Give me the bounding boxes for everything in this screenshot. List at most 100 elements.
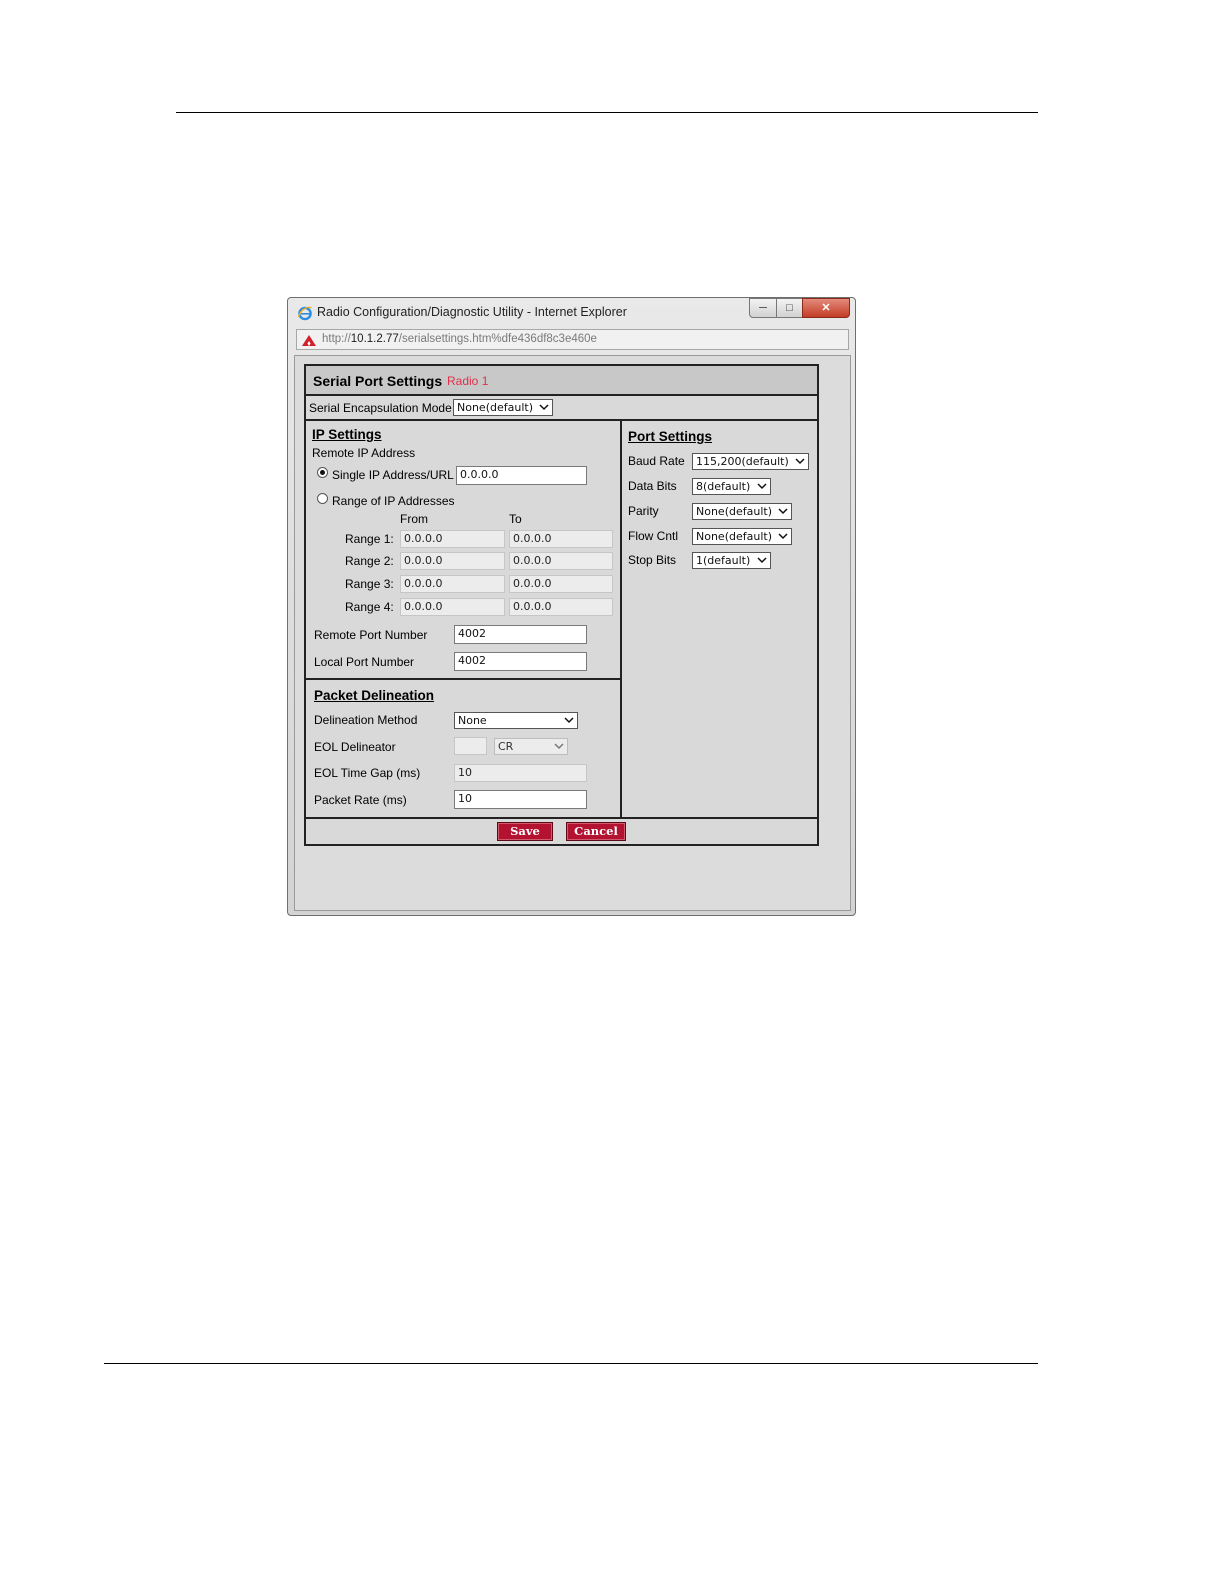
range-3-to-input[interactable]: 0.0.0.0 [509, 575, 613, 593]
parity-label: Parity [628, 504, 659, 518]
single-ip-label: Single IP Address/URL [332, 468, 454, 482]
remote-port-label: Remote Port Number [314, 628, 428, 642]
parity-select[interactable]: None(default) [692, 503, 792, 520]
port-settings-heading: Port Settings [628, 429, 713, 444]
range-4-to-value: 0.0.0.0 [513, 600, 552, 613]
panel-header: Serial Port Settings Radio 1 [306, 366, 817, 396]
local-port-input[interactable]: 4002 [454, 652, 587, 671]
stop-bits-label: Stop Bits [628, 553, 677, 567]
url-path: /serialsettings.htm%dfe436df8c3e460e [398, 333, 597, 345]
packet-rate-label: Packet Rate (ms) [314, 793, 407, 807]
chevron-down-icon [778, 508, 788, 515]
minimize-button[interactable]: ─ [749, 298, 777, 318]
browser-window: Radio Configuration/Diagnostic Utility -… [287, 297, 856, 916]
range-2-to-input[interactable]: 0.0.0.0 [509, 552, 613, 570]
range-3-label: Range 3: [345, 577, 394, 591]
url-host: 10.1.2.77 [350, 333, 399, 345]
save-button[interactable]: Save [497, 822, 553, 841]
delineation-method-select[interactable]: None [454, 712, 578, 729]
flow-control-select[interactable]: None(default) [692, 528, 792, 545]
encapsulation-select[interactable]: None(default) [453, 399, 553, 416]
baud-rate-value: 115,200(default) [696, 455, 789, 468]
eol-delineator-label: EOL Delineator [314, 740, 396, 754]
range-2-to-value: 0.0.0.0 [513, 554, 552, 567]
page-top-rule [176, 112, 1038, 113]
page-bottom-rule [104, 1363, 1038, 1364]
baud-rate-select[interactable]: 115,200(default) [692, 453, 809, 470]
eol-time-gap-input[interactable]: 10 [454, 764, 587, 782]
baud-rate-label: Baud Rate [628, 454, 685, 468]
range-4-from-input[interactable]: 0.0.0.0 [400, 598, 505, 616]
cancel-button[interactable]: Cancel [566, 822, 626, 841]
address-bar[interactable]: http://10.1.2.77/serialsettings.htm%dfe4… [296, 329, 849, 350]
chevron-down-icon [795, 458, 805, 465]
range-ip-radio[interactable] [317, 493, 328, 504]
eol-delineator-select[interactable]: CR [494, 738, 568, 755]
close-icon: ✕ [821, 302, 831, 314]
single-ip-radio[interactable] [317, 467, 328, 478]
minimize-icon: ─ [759, 302, 767, 314]
delineation-method-label: Delineation Method [314, 713, 418, 727]
data-bits-value: 8(default) [696, 480, 751, 493]
close-button[interactable]: ✕ [802, 298, 850, 318]
range-4-from-value: 0.0.0.0 [404, 600, 443, 613]
range-3-from-input[interactable]: 0.0.0.0 [400, 575, 505, 593]
range-1-to-value: 0.0.0.0 [513, 532, 552, 545]
serial-port-settings-panel: Serial Port Settings Radio 1 Serial Enca… [304, 364, 819, 846]
range-ip-label: Range of IP Addresses [332, 494, 455, 508]
data-bits-select[interactable]: 8(default) [692, 478, 771, 495]
range-2-from-input[interactable]: 0.0.0.0 [400, 552, 505, 570]
range-3-from-value: 0.0.0.0 [404, 577, 443, 590]
title-bar[interactable]: Radio Configuration/Diagnostic Utility -… [288, 298, 855, 326]
range-1-from-input[interactable]: 0.0.0.0 [400, 530, 505, 548]
eol-char-input[interactable] [454, 737, 487, 755]
from-label: From [400, 512, 428, 526]
section-divider [306, 678, 621, 680]
remote-port-input[interactable]: 4002 [454, 625, 587, 644]
parity-value: None(default) [696, 505, 772, 518]
ip-settings-heading: IP Settings [312, 427, 382, 442]
chevron-down-icon [539, 404, 549, 411]
range-3-to-value: 0.0.0.0 [513, 577, 552, 590]
packet-rate-value: 10 [458, 792, 472, 805]
packet-rate-input[interactable]: 10 [454, 790, 587, 809]
range-4-label: Range 4: [345, 600, 394, 614]
maximize-icon: □ [786, 302, 793, 314]
url-prefix: http:// [322, 333, 351, 345]
window-title: Radio Configuration/Diagnostic Utility -… [317, 305, 627, 319]
delineation-method-value: None [458, 714, 487, 727]
stop-bits-value: 1(default) [696, 554, 751, 567]
radio-label: Radio 1 [447, 374, 489, 388]
encapsulation-label: Serial Encapsulation Mode [309, 401, 452, 415]
page-title: Serial Port Settings [313, 373, 443, 389]
encapsulation-row: Serial Encapsulation Mode None(default) [306, 396, 817, 421]
to-label: To [509, 512, 522, 526]
chevron-down-icon [757, 557, 767, 564]
local-port-value: 4002 [458, 654, 486, 667]
url-text: http://10.1.2.77/serialsettings.htm%dfe4… [322, 330, 597, 349]
stop-bits-select[interactable]: 1(default) [692, 552, 771, 569]
remote-ip-label: Remote IP Address [312, 446, 416, 460]
maximize-button[interactable]: □ [776, 298, 803, 318]
range-2-from-value: 0.0.0.0 [404, 554, 443, 567]
range-1-to-input[interactable]: 0.0.0.0 [509, 530, 613, 548]
range-2-label: Range 2: [345, 554, 394, 568]
range-4-to-input[interactable]: 0.0.0.0 [509, 598, 613, 616]
eol-delineator-value: CR [498, 740, 514, 753]
remote-port-value: 4002 [458, 627, 486, 640]
chevron-down-icon [554, 743, 564, 750]
single-ip-input[interactable]: 0.0.0.0 [456, 466, 587, 485]
range-1-label: Range 1: [345, 532, 394, 546]
internet-explorer-icon [297, 306, 312, 321]
encapsulation-value: None(default) [457, 401, 533, 414]
chevron-down-icon [757, 483, 767, 490]
eol-time-gap-label: EOL Time Gap (ms) [314, 766, 421, 780]
flow-control-value: None(default) [696, 530, 772, 543]
chevron-down-icon [778, 533, 788, 540]
packet-delineation-heading: Packet Delineation [314, 688, 435, 703]
chevron-down-icon [564, 717, 574, 724]
warning-triangle-icon [302, 335, 316, 346]
eol-time-gap-value: 10 [458, 766, 472, 779]
range-1-from-value: 0.0.0.0 [404, 532, 443, 545]
single-ip-value: 0.0.0.0 [460, 468, 499, 481]
